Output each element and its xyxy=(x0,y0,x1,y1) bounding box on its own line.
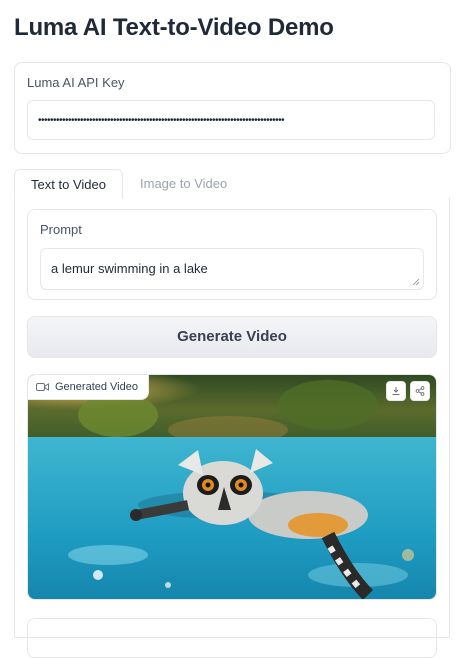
download-button[interactable] xyxy=(386,381,406,401)
tab-image-to-video[interactable]: Image to Video xyxy=(124,169,243,199)
prompt-textarea[interactable]: a lemur swimming in a lake xyxy=(40,248,424,290)
api-key-input[interactable]: ••••••••••••••••••••••••••••••••••••••••… xyxy=(27,100,435,140)
generate-video-button[interactable]: Generate Video xyxy=(27,316,437,358)
page-title: Luma AI Text-to-Video Demo xyxy=(14,14,334,41)
tab-text-to-video[interactable]: Text to Video xyxy=(14,169,123,199)
prompt-value: a lemur swimming in a lake xyxy=(51,261,208,276)
video-frame xyxy=(28,375,436,599)
video-camera-icon xyxy=(36,383,49,391)
resize-grip-icon[interactable] xyxy=(412,278,420,286)
video-label-text: Generated Video xyxy=(55,381,138,393)
share-button[interactable] xyxy=(410,381,430,401)
download-icon xyxy=(392,387,400,395)
prompt-card: Prompt a lemur swimming in a lake xyxy=(27,209,437,300)
share-icon xyxy=(415,386,425,396)
generated-video-player[interactable]: Generated Video xyxy=(27,374,437,600)
next-section-card xyxy=(27,618,437,658)
prompt-label: Prompt xyxy=(40,222,82,237)
api-key-card: Luma AI API Key ••••••••••••••••••••••••… xyxy=(14,62,451,154)
video-label-badge: Generated Video xyxy=(28,375,149,400)
text-to-video-panel: Prompt a lemur swimming in a lake Genera… xyxy=(14,198,450,658)
tab-bar: Text to Video Image to Video xyxy=(14,169,450,199)
api-key-label: Luma AI API Key xyxy=(27,75,125,90)
